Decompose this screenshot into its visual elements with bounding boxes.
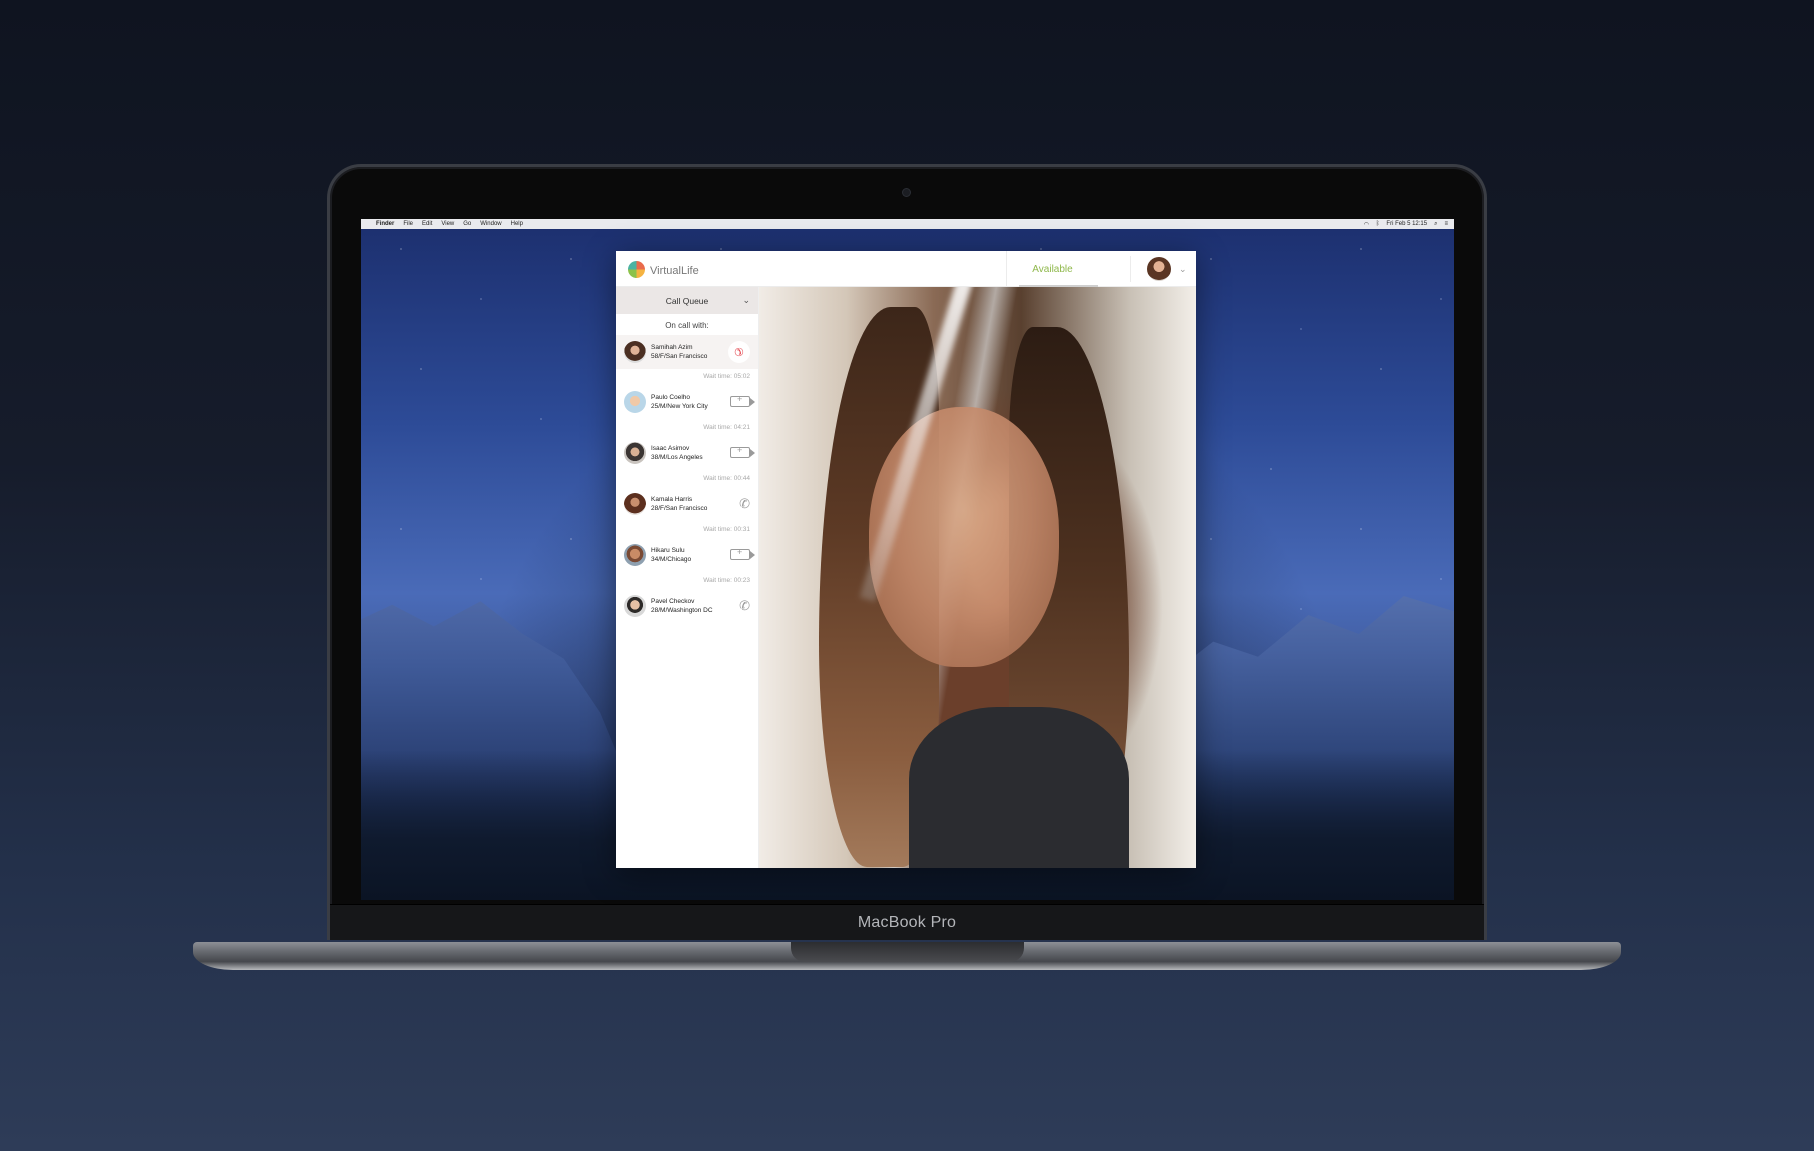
availability-status-label: Available [1032, 263, 1073, 275]
patient-details: 25/M/New York City [651, 403, 708, 410]
chevron-down-icon[interactable]: ⌄ [1179, 264, 1187, 275]
wait-time: Wait time: 04:21 [703, 424, 750, 431]
menu-finder[interactable]: Finder [376, 221, 394, 227]
hang-up-button[interactable]: ✆ [723, 336, 755, 368]
phone-call-icon[interactable]: ✆ [739, 598, 750, 614]
call-queue-sidebar: Call Queue ⌄ On call with: Samihah Azim … [616, 287, 759, 868]
app-name: VirtualLife [650, 265, 699, 277]
video-call-icon[interactable] [730, 445, 755, 458]
app-topbar: VirtualLife Available ⌄ [616, 251, 1196, 287]
patient-info: Kamala Harris 28/F/San Francisco [651, 495, 707, 513]
virtuallife-logo-icon [628, 261, 645, 278]
call-queue-dropdown[interactable]: Call Queue ⌄ [616, 287, 758, 314]
queue-item[interactable]: Kamala Harris 28/F/San Francisco ✆ [616, 486, 758, 522]
bluetooth-icon[interactable]: ᛒ [1376, 221, 1380, 227]
call-queue-title: Call Queue [665, 295, 709, 306]
patient-name: Kamala Harris [651, 496, 693, 503]
wait-time: Wait time: 00:31 [703, 526, 750, 533]
video-call-icon[interactable] [730, 394, 755, 407]
menu-go[interactable]: Go [463, 221, 471, 227]
queue-item[interactable]: Isaac Asimov 38/M/Los Angeles [616, 435, 758, 471]
laptop-chin: MacBook Pro [330, 904, 1484, 940]
patient-avatar [624, 493, 646, 515]
menubar-clock[interactable]: Fri Feb 5 12:15 [1386, 221, 1427, 227]
patient-name: Pavel Checkov [651, 598, 695, 605]
patient-name: Paulo Coelho [651, 394, 691, 401]
patient-name: Isaac Asimov [651, 445, 690, 452]
patient-details: 28/M/Washington DC [651, 607, 713, 614]
patient-info: Isaac Asimov 38/M/Los Angeles [651, 444, 703, 462]
menu-window[interactable]: Window [480, 221, 501, 227]
oncall-label: On call with: [665, 321, 709, 330]
patient-avatar [624, 391, 646, 413]
menubar-status-area: ◠ ᛒ Fri Feb 5 12:15 ⌕ ≡ [1364, 221, 1448, 228]
patient-info: Hikaru Sulu 34/M/Chicago [651, 546, 691, 564]
patient-avatar [624, 595, 646, 617]
patient-details: 34/M/Chicago [651, 556, 692, 563]
patient-details: 28/F/San Francisco [651, 505, 708, 512]
notification-center-icon[interactable]: ≡ [1444, 221, 1448, 227]
patient-info: Paulo Coelho 25/M/New York City [651, 393, 708, 411]
patient-name: Hikaru Sulu [651, 547, 685, 554]
menu-file[interactable]: File [403, 221, 413, 227]
webcam [903, 189, 910, 196]
patient-avatar [624, 442, 646, 464]
patient-info: Samihah Azim 58/F/San Francisco [651, 343, 707, 361]
chevron-down-icon[interactable]: ⌄ [742, 295, 750, 306]
patient-info: Pavel Checkov 28/M/Washington DC [651, 597, 713, 615]
macos-menubar: Finder File Edit View Go Window Help ◠ ᛒ… [361, 219, 1454, 229]
patient-details: 58/F/San Francisco [651, 353, 708, 360]
spotlight-search-icon[interactable]: ⌕ [1434, 221, 1437, 228]
user-menu[interactable]: ⌄ [1130, 256, 1190, 282]
video-caller-face [869, 407, 1059, 667]
patient-name: Samihah Azim [651, 344, 693, 351]
menu-help[interactable]: Help [511, 221, 523, 227]
patient-avatar [624, 544, 646, 566]
laptop-opening-notch [791, 942, 1024, 962]
user-avatar[interactable] [1147, 257, 1171, 281]
phone-call-icon[interactable]: ✆ [739, 496, 750, 512]
video-call-icon[interactable] [730, 547, 755, 560]
wait-time: Wait time: 05:02 [703, 373, 750, 380]
current-call-item[interactable]: Samihah Azim 58/F/San Francisco ✆ [616, 335, 758, 369]
wifi-icon[interactable]: ◠ [1364, 221, 1369, 228]
video-call-feed[interactable] [759, 287, 1196, 868]
phone-hangup-icon: ✆ [731, 344, 747, 360]
device-label: MacBook Pro [857, 913, 957, 931]
queue-item[interactable]: Pavel Checkov 28/M/Washington DC ✆ [616, 588, 758, 624]
virtuallife-window: VirtualLife Available ⌄ Call Queue ⌄ On … [616, 251, 1196, 868]
queue-item[interactable]: Hikaru Sulu 34/M/Chicago [616, 537, 758, 573]
wait-time: Wait time: 00:44 [703, 475, 750, 482]
video-caller-shirt [909, 707, 1129, 868]
availability-status-tab[interactable]: Available [1006, 251, 1098, 287]
queue-item[interactable]: Paulo Coelho 25/M/New York City [616, 384, 758, 420]
menu-view[interactable]: View [441, 221, 454, 227]
menu-edit[interactable]: Edit [422, 221, 432, 227]
patient-details: 38/M/Los Angeles [651, 454, 703, 461]
wait-time: Wait time: 00:23 [703, 577, 750, 584]
patient-avatar [624, 341, 646, 363]
